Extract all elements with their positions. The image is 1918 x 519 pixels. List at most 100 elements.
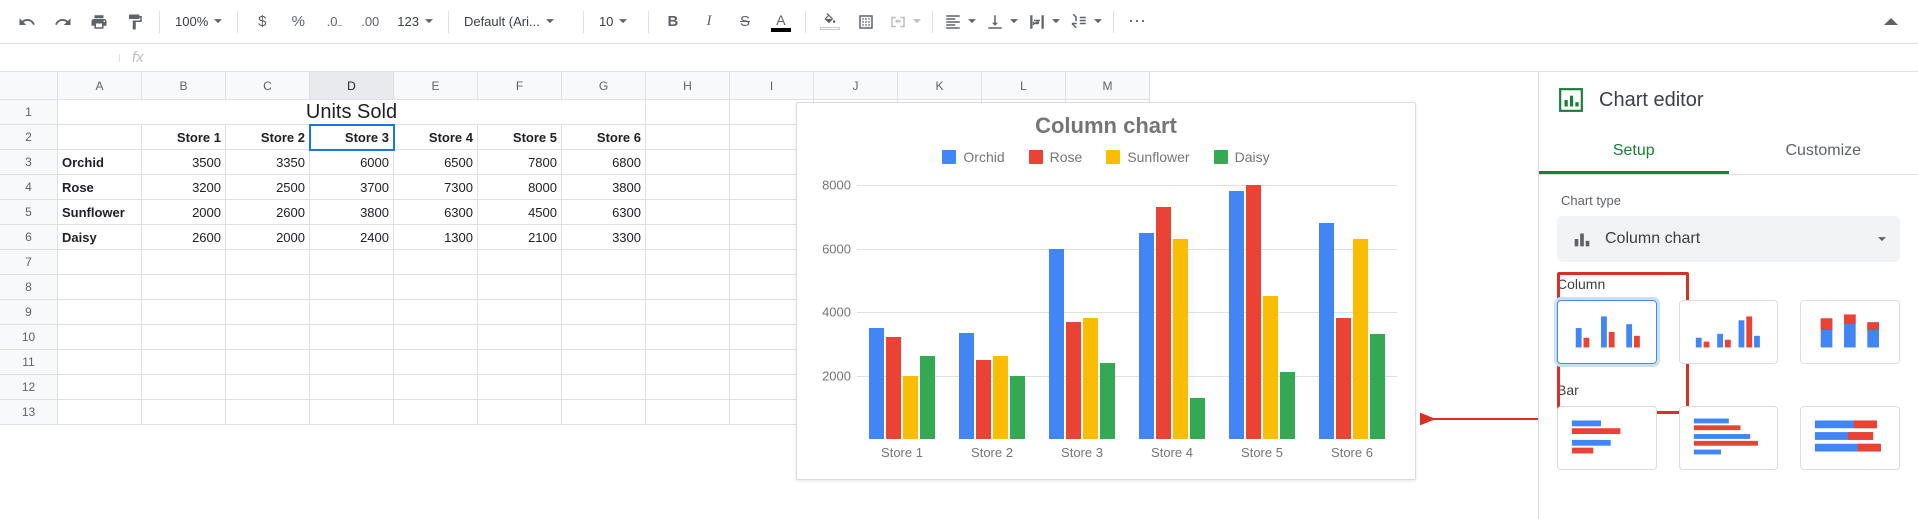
- cell[interactable]: [646, 275, 730, 300]
- font-size-combo[interactable]: 10: [591, 7, 641, 37]
- cell[interactable]: Store 1: [142, 125, 226, 150]
- cell[interactable]: 3350: [226, 150, 310, 175]
- cell[interactable]: Rose: [58, 175, 142, 200]
- cell[interactable]: [226, 350, 310, 375]
- cell[interactable]: 6500: [394, 150, 478, 175]
- cell[interactable]: [142, 300, 226, 325]
- cell[interactable]: 8000: [478, 175, 562, 200]
- cell[interactable]: [562, 325, 646, 350]
- zoom-combo[interactable]: 100%: [167, 7, 230, 37]
- cell[interactable]: [142, 250, 226, 275]
- print-button[interactable]: [82, 6, 116, 38]
- cell[interactable]: [562, 300, 646, 325]
- cell[interactable]: [58, 350, 142, 375]
- cell[interactable]: [394, 375, 478, 400]
- more-formats-combo[interactable]: 123: [389, 7, 441, 37]
- col-header[interactable]: J: [814, 72, 898, 100]
- more-button[interactable]: ⋯: [1121, 6, 1155, 38]
- row-header[interactable]: 11: [0, 350, 58, 375]
- strikethrough-button[interactable]: S: [728, 6, 762, 38]
- col-header[interactable]: B: [142, 72, 226, 100]
- cell[interactable]: [646, 125, 730, 150]
- bold-button[interactable]: B: [656, 6, 690, 38]
- collapse-toolbar-button[interactable]: [1874, 6, 1908, 38]
- cell[interactable]: [58, 400, 142, 425]
- undo-button[interactable]: [10, 6, 44, 38]
- cell[interactable]: [646, 100, 730, 125]
- cell[interactable]: [226, 250, 310, 275]
- text-wrap-button[interactable]: [1024, 7, 1064, 37]
- row-header[interactable]: 5: [0, 200, 58, 225]
- row-header[interactable]: 1: [0, 100, 58, 125]
- cell[interactable]: [310, 400, 394, 425]
- cell[interactable]: 6800: [562, 150, 646, 175]
- row-header[interactable]: 7: [0, 250, 58, 275]
- cell[interactable]: Daisy: [58, 225, 142, 250]
- name-box[interactable]: [0, 54, 120, 62]
- cell[interactable]: [478, 250, 562, 275]
- cell[interactable]: 2600: [226, 200, 310, 225]
- cell[interactable]: [142, 350, 226, 375]
- merge-cells-button[interactable]: [885, 7, 925, 37]
- cell[interactable]: [142, 275, 226, 300]
- cell[interactable]: [58, 375, 142, 400]
- cell[interactable]: [394, 350, 478, 375]
- cell[interactable]: [58, 275, 142, 300]
- row-header[interactable]: 3: [0, 150, 58, 175]
- cell[interactable]: [394, 275, 478, 300]
- cell[interactable]: [646, 225, 730, 250]
- cell[interactable]: 2000: [142, 200, 226, 225]
- col-header[interactable]: I: [730, 72, 814, 100]
- decrease-decimal-button[interactable]: .0_: [317, 6, 351, 38]
- thumb-bar-grouped[interactable]: [1557, 406, 1657, 470]
- thumb-column-grouped[interactable]: [1557, 300, 1657, 364]
- text-rotation-button[interactable]: [1066, 7, 1106, 37]
- cell[interactable]: 3200: [142, 175, 226, 200]
- cell[interactable]: 2000: [226, 225, 310, 250]
- row-header[interactable]: 12: [0, 375, 58, 400]
- cell[interactable]: Store 3: [310, 125, 394, 150]
- cell[interactable]: [310, 275, 394, 300]
- cell[interactable]: [310, 250, 394, 275]
- cell[interactable]: [58, 250, 142, 275]
- cell[interactable]: 4500: [478, 200, 562, 225]
- cell[interactable]: [646, 300, 730, 325]
- cell[interactable]: [562, 375, 646, 400]
- cell[interactable]: 6300: [394, 200, 478, 225]
- cell[interactable]: [142, 400, 226, 425]
- cell[interactable]: 7800: [478, 150, 562, 175]
- cell[interactable]: [226, 375, 310, 400]
- cell[interactable]: Store 2: [226, 125, 310, 150]
- cell[interactable]: [646, 200, 730, 225]
- cell[interactable]: [310, 350, 394, 375]
- cell[interactable]: 3700: [310, 175, 394, 200]
- cell[interactable]: [58, 300, 142, 325]
- cell[interactable]: [394, 300, 478, 325]
- cell[interactable]: [394, 325, 478, 350]
- cell[interactable]: 1300: [394, 225, 478, 250]
- cell[interactable]: [310, 300, 394, 325]
- cell[interactable]: [394, 400, 478, 425]
- tab-setup[interactable]: Setup: [1539, 128, 1729, 174]
- cell[interactable]: [646, 325, 730, 350]
- embedded-chart[interactable]: Column chart OrchidRoseSunflowerDaisy 20…: [796, 102, 1416, 480]
- thumb-column-stacked[interactable]: [1800, 300, 1900, 364]
- cell[interactable]: 6300: [562, 200, 646, 225]
- cell[interactable]: [310, 375, 394, 400]
- cell[interactable]: [226, 400, 310, 425]
- cell[interactable]: [646, 150, 730, 175]
- row-header[interactable]: 2: [0, 125, 58, 150]
- cell[interactable]: [226, 275, 310, 300]
- cell[interactable]: [478, 375, 562, 400]
- redo-button[interactable]: [46, 6, 80, 38]
- increase-decimal-button[interactable]: .00: [353, 6, 387, 38]
- row-header[interactable]: 10: [0, 325, 58, 350]
- fill-color-button[interactable]: [813, 6, 847, 38]
- row-header[interactable]: 4: [0, 175, 58, 200]
- row-header[interactable]: 13: [0, 400, 58, 425]
- cell[interactable]: 3800: [310, 200, 394, 225]
- cell[interactable]: [478, 350, 562, 375]
- cell[interactable]: [226, 300, 310, 325]
- cell[interactable]: 2100: [478, 225, 562, 250]
- cell[interactable]: [478, 275, 562, 300]
